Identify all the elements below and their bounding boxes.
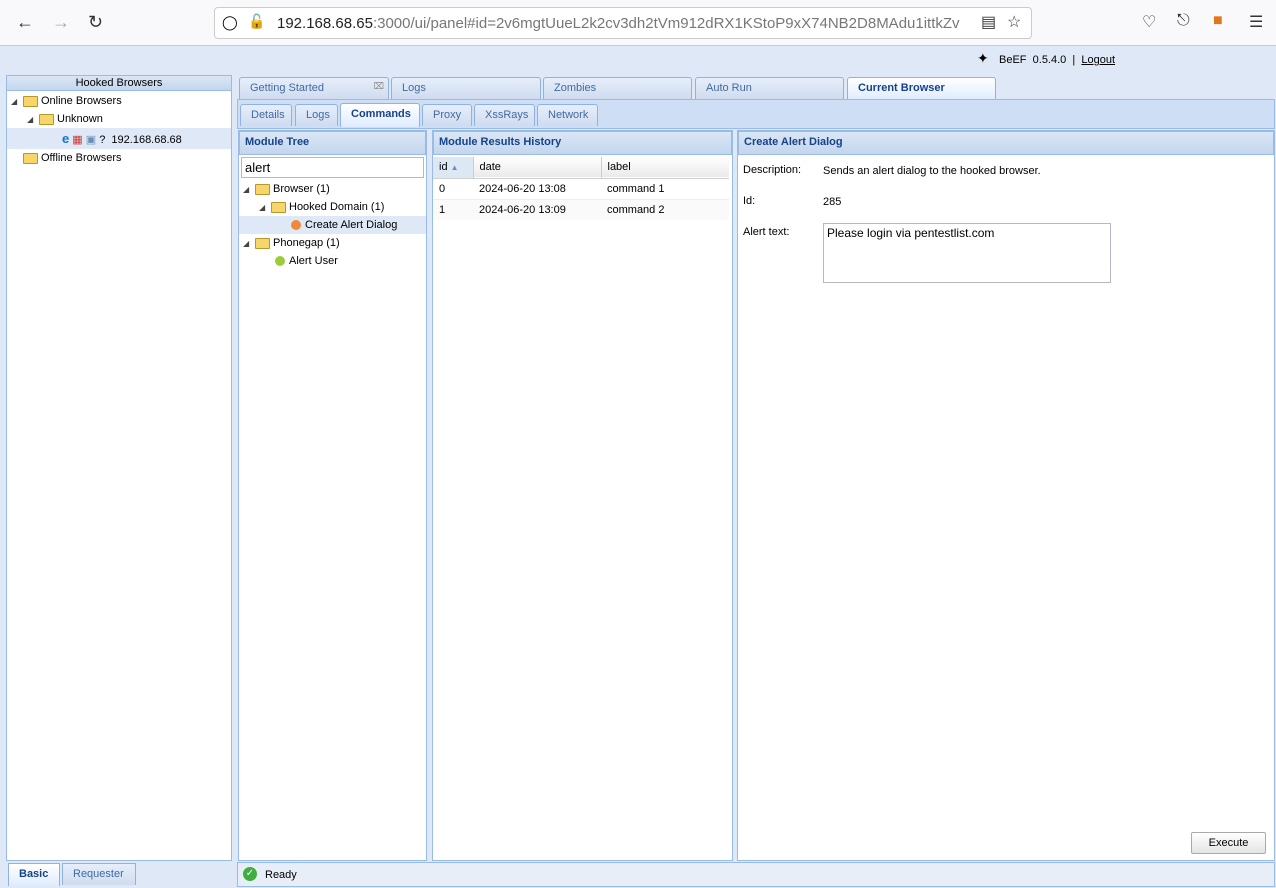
tab-logs[interactable]: Logs bbox=[391, 77, 541, 99]
alert-text-label: Alert text: bbox=[743, 226, 790, 238]
col-label[interactable]: label bbox=[601, 157, 729, 178]
col-date[interactable]: date bbox=[473, 157, 602, 178]
insecure-lock-icon[interactable]: 🔓 bbox=[248, 13, 265, 30]
table-row[interactable]: 1 2024-06-20 13:09 command 2 bbox=[433, 199, 729, 220]
folder-icon bbox=[255, 237, 270, 249]
app-name: BeEF bbox=[999, 54, 1027, 66]
forward-icon[interactable]: → bbox=[52, 12, 70, 33]
unknown-node[interactable]: ◢ Unknown bbox=[27, 110, 103, 128]
tab-basic[interactable]: Basic bbox=[8, 863, 60, 886]
sort-asc-icon: ▲ bbox=[450, 163, 459, 173]
tab-xssrays[interactable]: XssRays bbox=[474, 104, 535, 126]
tree-label: Hooked Domain (1) bbox=[289, 201, 385, 213]
separator: | bbox=[1072, 54, 1076, 66]
cell-label: command 2 bbox=[607, 203, 665, 216]
detail-title: Create Alert Dialog bbox=[738, 131, 1274, 155]
cell-date: 2024-06-20 13:08 bbox=[479, 182, 566, 195]
url-host: 192.168.68.65 bbox=[277, 15, 373, 32]
status-bar: ✓ Ready bbox=[237, 862, 1275, 887]
hooked-browser-item[interactable]: e ▦ ▣ ? 192.168.68.68 bbox=[7, 128, 231, 149]
folder-icon bbox=[39, 113, 54, 125]
host-ip: 192.168.68.68 bbox=[111, 134, 182, 146]
tab-sub-logs[interactable]: Logs bbox=[295, 104, 338, 126]
tree-browser[interactable]: ◢ Browser (1) bbox=[243, 180, 330, 198]
table-row[interactable]: 0 2024-06-20 13:08 command 1 bbox=[433, 178, 729, 199]
cell-id: 0 bbox=[439, 182, 446, 195]
hooked-browsers-title: Hooked Browsers bbox=[7, 76, 231, 91]
folder-icon bbox=[23, 95, 38, 107]
tab-proxy[interactable]: Proxy bbox=[422, 104, 472, 126]
alert-text-input[interactable]: Please login via pentestlist.com bbox=[823, 223, 1111, 283]
version: 0.5.4.0 bbox=[1032, 54, 1067, 66]
status-green-icon bbox=[275, 256, 285, 267]
url-rest: :3000/ui/panel#id=2v6mgtUueL2k2cv3dh2tVm… bbox=[372, 15, 960, 32]
hooked-browsers-panel: Hooked Browsers ◢ Online Browsers ◢ Unknow… bbox=[6, 75, 232, 861]
tab-getting-started[interactable]: Getting Started ⌧ bbox=[239, 77, 389, 99]
beef-logo-icon: ✦ bbox=[977, 50, 989, 66]
module-detail-panel: Create Alert Dialog Description: Sends a… bbox=[737, 130, 1275, 861]
id-label: Id: bbox=[743, 195, 756, 207]
star-icon[interactable]: ☆ bbox=[1007, 12, 1021, 32]
check-icon: ✓ bbox=[243, 867, 257, 881]
offline-label: Offline Browsers bbox=[41, 152, 122, 164]
tab-label: Getting Started bbox=[250, 82, 324, 94]
tab-zombies[interactable]: Zombies bbox=[543, 77, 692, 99]
folder-icon bbox=[23, 152, 38, 164]
description-label: Description: bbox=[743, 164, 802, 176]
col-id[interactable]: id ▲ bbox=[433, 157, 474, 178]
menu-icon[interactable]: ☰ bbox=[1249, 12, 1263, 32]
tree-hooked-domain[interactable]: ◢ Hooked Domain (1) bbox=[259, 198, 384, 216]
module-results-panel: Module Results History id ▲ date label 0… bbox=[432, 130, 733, 861]
tab-network[interactable]: Network bbox=[537, 104, 598, 126]
description-value: Sends an alert dialog to the hooked brow… bbox=[823, 165, 1041, 177]
device-icon: ▣ bbox=[85, 134, 97, 146]
status-text: Ready bbox=[265, 869, 297, 881]
module-tree-panel: Module Tree ◢Browser (1) ◢Hooked Domain … bbox=[238, 130, 427, 861]
tab-auto-run[interactable]: Auto Run bbox=[695, 77, 844, 99]
app-version: BeEF 0.5.4.0 | Logout bbox=[999, 54, 1115, 66]
metamask-icon[interactable]: ■ bbox=[1213, 12, 1223, 30]
col-label: id bbox=[439, 161, 448, 174]
reload-icon[interactable]: ↻ bbox=[88, 12, 103, 33]
tree-alert-user[interactable]: Alert User bbox=[275, 252, 338, 270]
shield-icon[interactable]: ◯ bbox=[222, 14, 238, 31]
online-label: Online Browsers bbox=[41, 95, 122, 107]
cell-label: command 1 bbox=[607, 182, 665, 195]
edge-icon: e bbox=[62, 131, 70, 146]
tree-phonegap[interactable]: ◢ Phonegap (1) bbox=[243, 234, 340, 252]
tree-label: Create Alert Dialog bbox=[305, 219, 398, 231]
tab-requester[interactable]: Requester bbox=[62, 863, 136, 885]
tree-label: Phonegap (1) bbox=[273, 237, 340, 249]
cell-id: 1 bbox=[439, 203, 446, 216]
url-bar[interactable]: 192.168.68.65:3000/ui/panel#id=2v6mgtUue… bbox=[214, 7, 1032, 39]
unknown-label: Unknown bbox=[57, 113, 103, 125]
execute-button[interactable]: Execute bbox=[1191, 832, 1266, 854]
results-table: id ▲ date label 0 2024-06-20 13:08 command… bbox=[433, 157, 729, 220]
windows-icon: ▦ bbox=[72, 134, 83, 146]
tree-create-alert-dialog[interactable]: Create Alert Dialog bbox=[239, 216, 426, 234]
back-icon[interactable]: ← bbox=[16, 12, 34, 33]
online-browsers-node[interactable]: ◢ Online Browsers bbox=[11, 92, 122, 110]
unknown-os-icon: ? bbox=[99, 134, 106, 146]
tree-label: Alert User bbox=[289, 255, 338, 267]
extensions-icon[interactable]: ⎋ bbox=[1177, 12, 1190, 30]
tree-label: Browser (1) bbox=[273, 183, 330, 195]
tab-current-browser[interactable]: Current Browser bbox=[847, 77, 996, 100]
offline-browsers-node[interactable]: Offline Browsers bbox=[23, 149, 122, 167]
folder-icon bbox=[255, 183, 270, 195]
tab-commands[interactable]: Commands bbox=[340, 103, 420, 127]
reader-icon[interactable]: ▤ bbox=[981, 12, 996, 32]
close-icon[interactable]: ⌧ bbox=[374, 81, 384, 92]
status-orange-icon bbox=[291, 220, 301, 231]
tab-details[interactable]: Details bbox=[240, 104, 292, 126]
id-value: 285 bbox=[823, 196, 842, 208]
results-title: Module Results History bbox=[433, 131, 732, 155]
logout-link[interactable]: Logout bbox=[1081, 54, 1115, 66]
pocket-icon[interactable]: ♡ bbox=[1142, 12, 1156, 32]
module-tree-title: Module Tree bbox=[239, 131, 426, 155]
cell-date: 2024-06-20 13:09 bbox=[479, 203, 566, 216]
module-search-input[interactable] bbox=[241, 157, 424, 178]
folder-icon bbox=[271, 201, 286, 213]
browser-toolbar: ← → ↻ 192.168.68.65:3000/ui/panel#id=2v6… bbox=[0, 0, 1276, 46]
